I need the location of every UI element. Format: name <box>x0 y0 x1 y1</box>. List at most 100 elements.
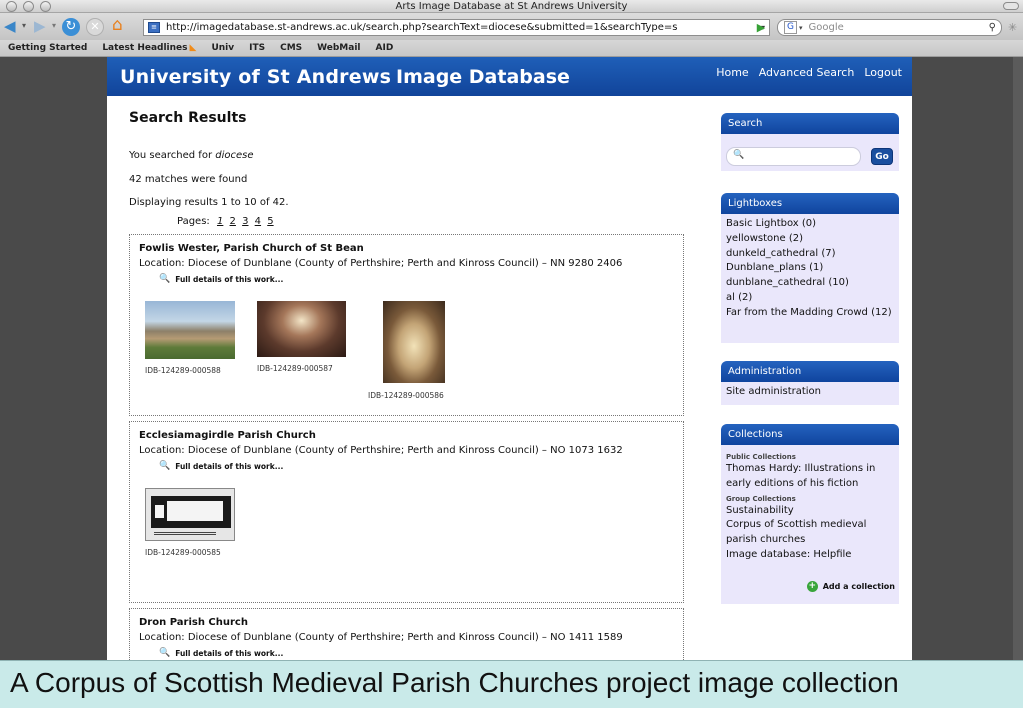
church-floor-plan-image[interactable] <box>145 488 235 541</box>
search-icon: 🔍 <box>733 150 745 160</box>
rss-feed-icon: ◣ <box>189 43 197 53</box>
bookmark-univ[interactable]: Univ <box>211 43 234 53</box>
image-id-caption: IDB-124289-000586 <box>368 391 444 400</box>
lightbox-item[interactable]: Basic Lightbox (0) <box>721 217 899 232</box>
add-collection-link[interactable]: + Add a collection <box>806 581 895 592</box>
nav-home-link[interactable]: Home <box>716 66 748 79</box>
home-icon[interactable]: ⌂ <box>112 16 123 34</box>
church-exterior-photo[interactable] <box>145 301 235 359</box>
collection-item[interactable]: Corpus of Scottish medieval parish churc… <box>721 518 899 548</box>
activity-spinner-icon: ✳ <box>1008 21 1018 34</box>
nav-logout-link[interactable]: Logout <box>864 66 902 79</box>
site-name[interactable]: University of St Andrews <box>120 66 391 88</box>
sidebar-search-heading: Search <box>721 113 899 134</box>
back-history-dropdown-icon[interactable]: ▾ <box>22 17 26 35</box>
search-result-item: Dron Parish Church Location: Diocese of … <box>129 608 684 660</box>
collection-item[interactable]: Sustainability <box>721 504 899 519</box>
site-favicon-icon: ≡ <box>148 22 160 33</box>
lightbox-item[interactable]: Far from the Madding Crowd (12) <box>721 306 899 321</box>
search-input[interactable]: 🔍 <box>726 147 861 166</box>
page-container: University of St Andrews Image Database … <box>107 57 912 660</box>
plan-walls <box>151 496 231 528</box>
browser-search-placeholder[interactable]: Google <box>809 22 989 33</box>
searched-for-text: You searched for diocese <box>129 150 254 161</box>
bookmarks-toolbar: Getting Started Latest Headlines ◣ Univ I… <box>0 40 1023 57</box>
plan-chancel <box>155 505 164 518</box>
lightbox-item[interactable]: Dunblane_plans (1) <box>721 261 899 276</box>
image-id-caption: IDB-124289-000585 <box>145 548 221 557</box>
bookmark-cms[interactable]: CMS <box>280 43 302 53</box>
result-title[interactable]: Ecclesiamagirdle Parish Church <box>139 430 316 441</box>
searched-term: diocese <box>215 150 254 161</box>
church-interior-photo[interactable] <box>257 301 346 357</box>
search-icon[interactable]: ⚲ <box>989 22 996 33</box>
top-navigation: Home Advanced Search Logout <box>716 66 902 79</box>
browser-search-box[interactable]: G ▾ Google ⚲ <box>777 19 1002 36</box>
search-engine-dropdown-icon[interactable]: ▾ <box>799 24 803 32</box>
page-link-4[interactable]: 4 <box>255 216 261 227</box>
caption-banner: A Corpus of Scottish Medieval Parish Chu… <box>0 660 1023 708</box>
page-link-5[interactable]: 5 <box>267 216 273 227</box>
page-viewport: University of St Andrews Image Database … <box>0 57 1023 660</box>
go-button[interactable]: Go <box>871 148 893 165</box>
full-details-label: Full details of this work... <box>175 274 284 284</box>
database-name[interactable]: Image Database <box>396 66 570 88</box>
lightbox-item[interactable]: yellowstone (2) <box>721 232 899 247</box>
site-administration-link[interactable]: Site administration <box>721 385 899 400</box>
magnifier-icon: 🔍 <box>159 648 171 658</box>
site-header: University of St Andrews Image Database … <box>107 57 912 96</box>
magnifier-icon: 🔍 <box>159 461 171 471</box>
collection-item[interactable]: Image database: Helpfile <box>721 548 899 563</box>
church-doorway-photo[interactable] <box>383 301 445 383</box>
forward-arrow-icon[interactable]: ▶ <box>34 17 46 35</box>
pagination: Pages: 1 2 3 4 5 <box>177 216 274 227</box>
collection-item[interactable]: Thomas Hardy: Illustrations in early edi… <box>721 462 899 492</box>
page-scrollbar[interactable] <box>1013 57 1023 660</box>
public-collections-label: Public Collections <box>726 453 796 461</box>
go-arrow-icon[interactable]: ▶ <box>752 19 770 36</box>
caption-text: A Corpus of Scottish Medieval Parish Chu… <box>10 667 899 698</box>
search-result-item: Fowlis Wester, Parish Church of St Bean … <box>129 234 684 416</box>
result-location: Location: Diocese of Dunblane (County of… <box>139 445 623 456</box>
result-title[interactable]: Dron Parish Church <box>139 617 248 628</box>
page-link-2[interactable]: 2 <box>230 216 236 227</box>
administration-heading: Administration <box>721 361 899 382</box>
stop-icon[interactable]: ✕ <box>86 18 104 36</box>
pages-label: Pages: <box>177 216 210 227</box>
displaying-range-text: Displaying results 1 to 10 of 42. <box>129 197 289 208</box>
bookmark-aid[interactable]: AID <box>376 43 394 53</box>
full-details-label: Full details of this work... <box>175 648 284 658</box>
magnifier-icon: 🔍 <box>159 274 171 284</box>
lightbox-item[interactable]: al (2) <box>721 291 899 306</box>
google-engine-icon[interactable]: G <box>784 21 797 34</box>
lightbox-item[interactable]: dunblane_cathedral (10) <box>721 276 899 291</box>
group-collections-label: Group Collections <box>726 494 796 503</box>
navigation-toolbar: ◀ ▾ ▶ ▾ ↻ ✕ ⌂ ≡ http://imagedatabase.st-… <box>0 13 1023 40</box>
add-icon: + <box>806 581 818 592</box>
full-details-link[interactable]: 🔍 Full details of this work... <box>159 648 283 658</box>
search-result-item: Ecclesiamagirdle Parish Church Location:… <box>129 421 684 603</box>
sidebar-collections-box: Collections Public Collections Thomas Ha… <box>721 424 899 604</box>
lightbox-list: Basic Lightbox (0) yellowstone (2) dunke… <box>721 214 899 321</box>
lightbox-item[interactable]: dunkeld_cathedral (7) <box>721 247 899 262</box>
full-details-link[interactable]: 🔍 Full details of this work... <box>159 461 283 471</box>
toolbar-toggle-button[interactable] <box>1003 2 1019 10</box>
bookmark-webmail[interactable]: WebMail <box>317 43 360 53</box>
address-bar[interactable]: ≡ http://imagedatabase.st-andrews.ac.uk/… <box>143 19 770 36</box>
result-title[interactable]: Fowlis Wester, Parish Church of St Bean <box>139 243 364 254</box>
bookmark-getting-started[interactable]: Getting Started <box>8 43 87 53</box>
address-url[interactable]: http://imagedatabase.st-andrews.ac.uk/se… <box>166 22 761 33</box>
forward-history-dropdown-icon[interactable]: ▾ <box>52 17 56 35</box>
page-title: Search Results <box>129 110 247 126</box>
sidebar-search-box: Search 🔍 Go <box>721 113 899 171</box>
reload-icon[interactable]: ↻ <box>62 18 80 36</box>
full-details-link[interactable]: 🔍 Full details of this work... <box>159 274 283 284</box>
bookmark-latest-headlines[interactable]: Latest Headlines ◣ <box>102 43 196 53</box>
sidebar-lightboxes-box: Lightboxes Basic Lightbox (0) yellowston… <box>721 193 899 343</box>
bookmark-its[interactable]: ITS <box>249 43 265 53</box>
nav-advanced-search-link[interactable]: Advanced Search <box>759 66 855 79</box>
back-arrow-icon[interactable]: ◀ <box>4 17 16 35</box>
plan-nave <box>167 501 223 521</box>
page-link-3[interactable]: 3 <box>242 216 248 227</box>
administration-list: Site administration <box>721 382 899 400</box>
